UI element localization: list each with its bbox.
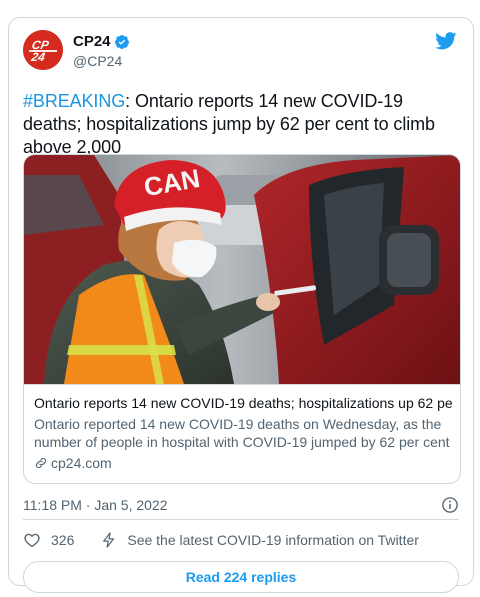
link-description: Ontario reported 14 new COVID-19 deaths …	[34, 415, 452, 451]
divider	[23, 519, 459, 520]
tweet-actions: 326 See the latest COVID-19 information …	[23, 530, 459, 550]
avatar[interactable]: CP 24	[23, 30, 63, 70]
svg-text:24: 24	[29, 50, 46, 64]
read-replies-button[interactable]: Read 224 replies	[23, 561, 459, 593]
display-name[interactable]: CP24	[73, 32, 111, 51]
covid-info-text: See the latest COVID-19 information on T…	[127, 532, 419, 548]
twitter-bird-icon[interactable]	[435, 32, 457, 50]
like-button[interactable]: 326	[23, 531, 74, 549]
covid-info-link[interactable]: See the latest COVID-19 information on T…	[100, 531, 419, 549]
link-preview-card[interactable]: CAN Ontario reports 14 new COVID-19 deat…	[23, 154, 461, 484]
like-count: 326	[51, 532, 75, 548]
heart-icon	[24, 533, 40, 548]
lightning-bolt-icon	[103, 532, 115, 548]
link-title: Ontario reports 14 new COVID-19 deaths; …	[34, 395, 452, 411]
hashtag-link[interactable]: #BREAKING	[23, 91, 125, 111]
tweet-card: CP 24 CP24 @CP24 #BREAKING: Ontario repo…	[8, 17, 474, 593]
link-description-line-2: number of people in hospital with COVID-…	[34, 434, 452, 450]
link-preview-info: Ontario reports 14 new COVID-19 deaths; …	[24, 384, 460, 483]
link-domain: cp24.com	[51, 455, 112, 471]
link-icon	[35, 457, 47, 469]
link-description-line-1: Ontario reported 14 new COVID-19 deaths …	[34, 416, 442, 432]
account-names: CP24 @CP24	[73, 32, 130, 70]
tweet-header: CP 24 CP24 @CP24	[23, 30, 459, 74]
account-handle[interactable]: @CP24	[73, 52, 130, 70]
link-domain-row: cp24.com	[34, 454, 452, 472]
vaccination-photo: CAN	[24, 155, 460, 384]
cp24-logo-icon: CP 24	[23, 30, 63, 70]
verified-badge-icon	[114, 34, 129, 49]
display-name-row: CP24	[73, 32, 130, 51]
tweet-text: #BREAKING: Ontario reports 14 new COVID-…	[23, 90, 463, 159]
tweet-timestamp[interactable]: 11:18 PM · Jan 5, 2022	[23, 496, 168, 514]
info-icon[interactable]	[441, 496, 459, 514]
